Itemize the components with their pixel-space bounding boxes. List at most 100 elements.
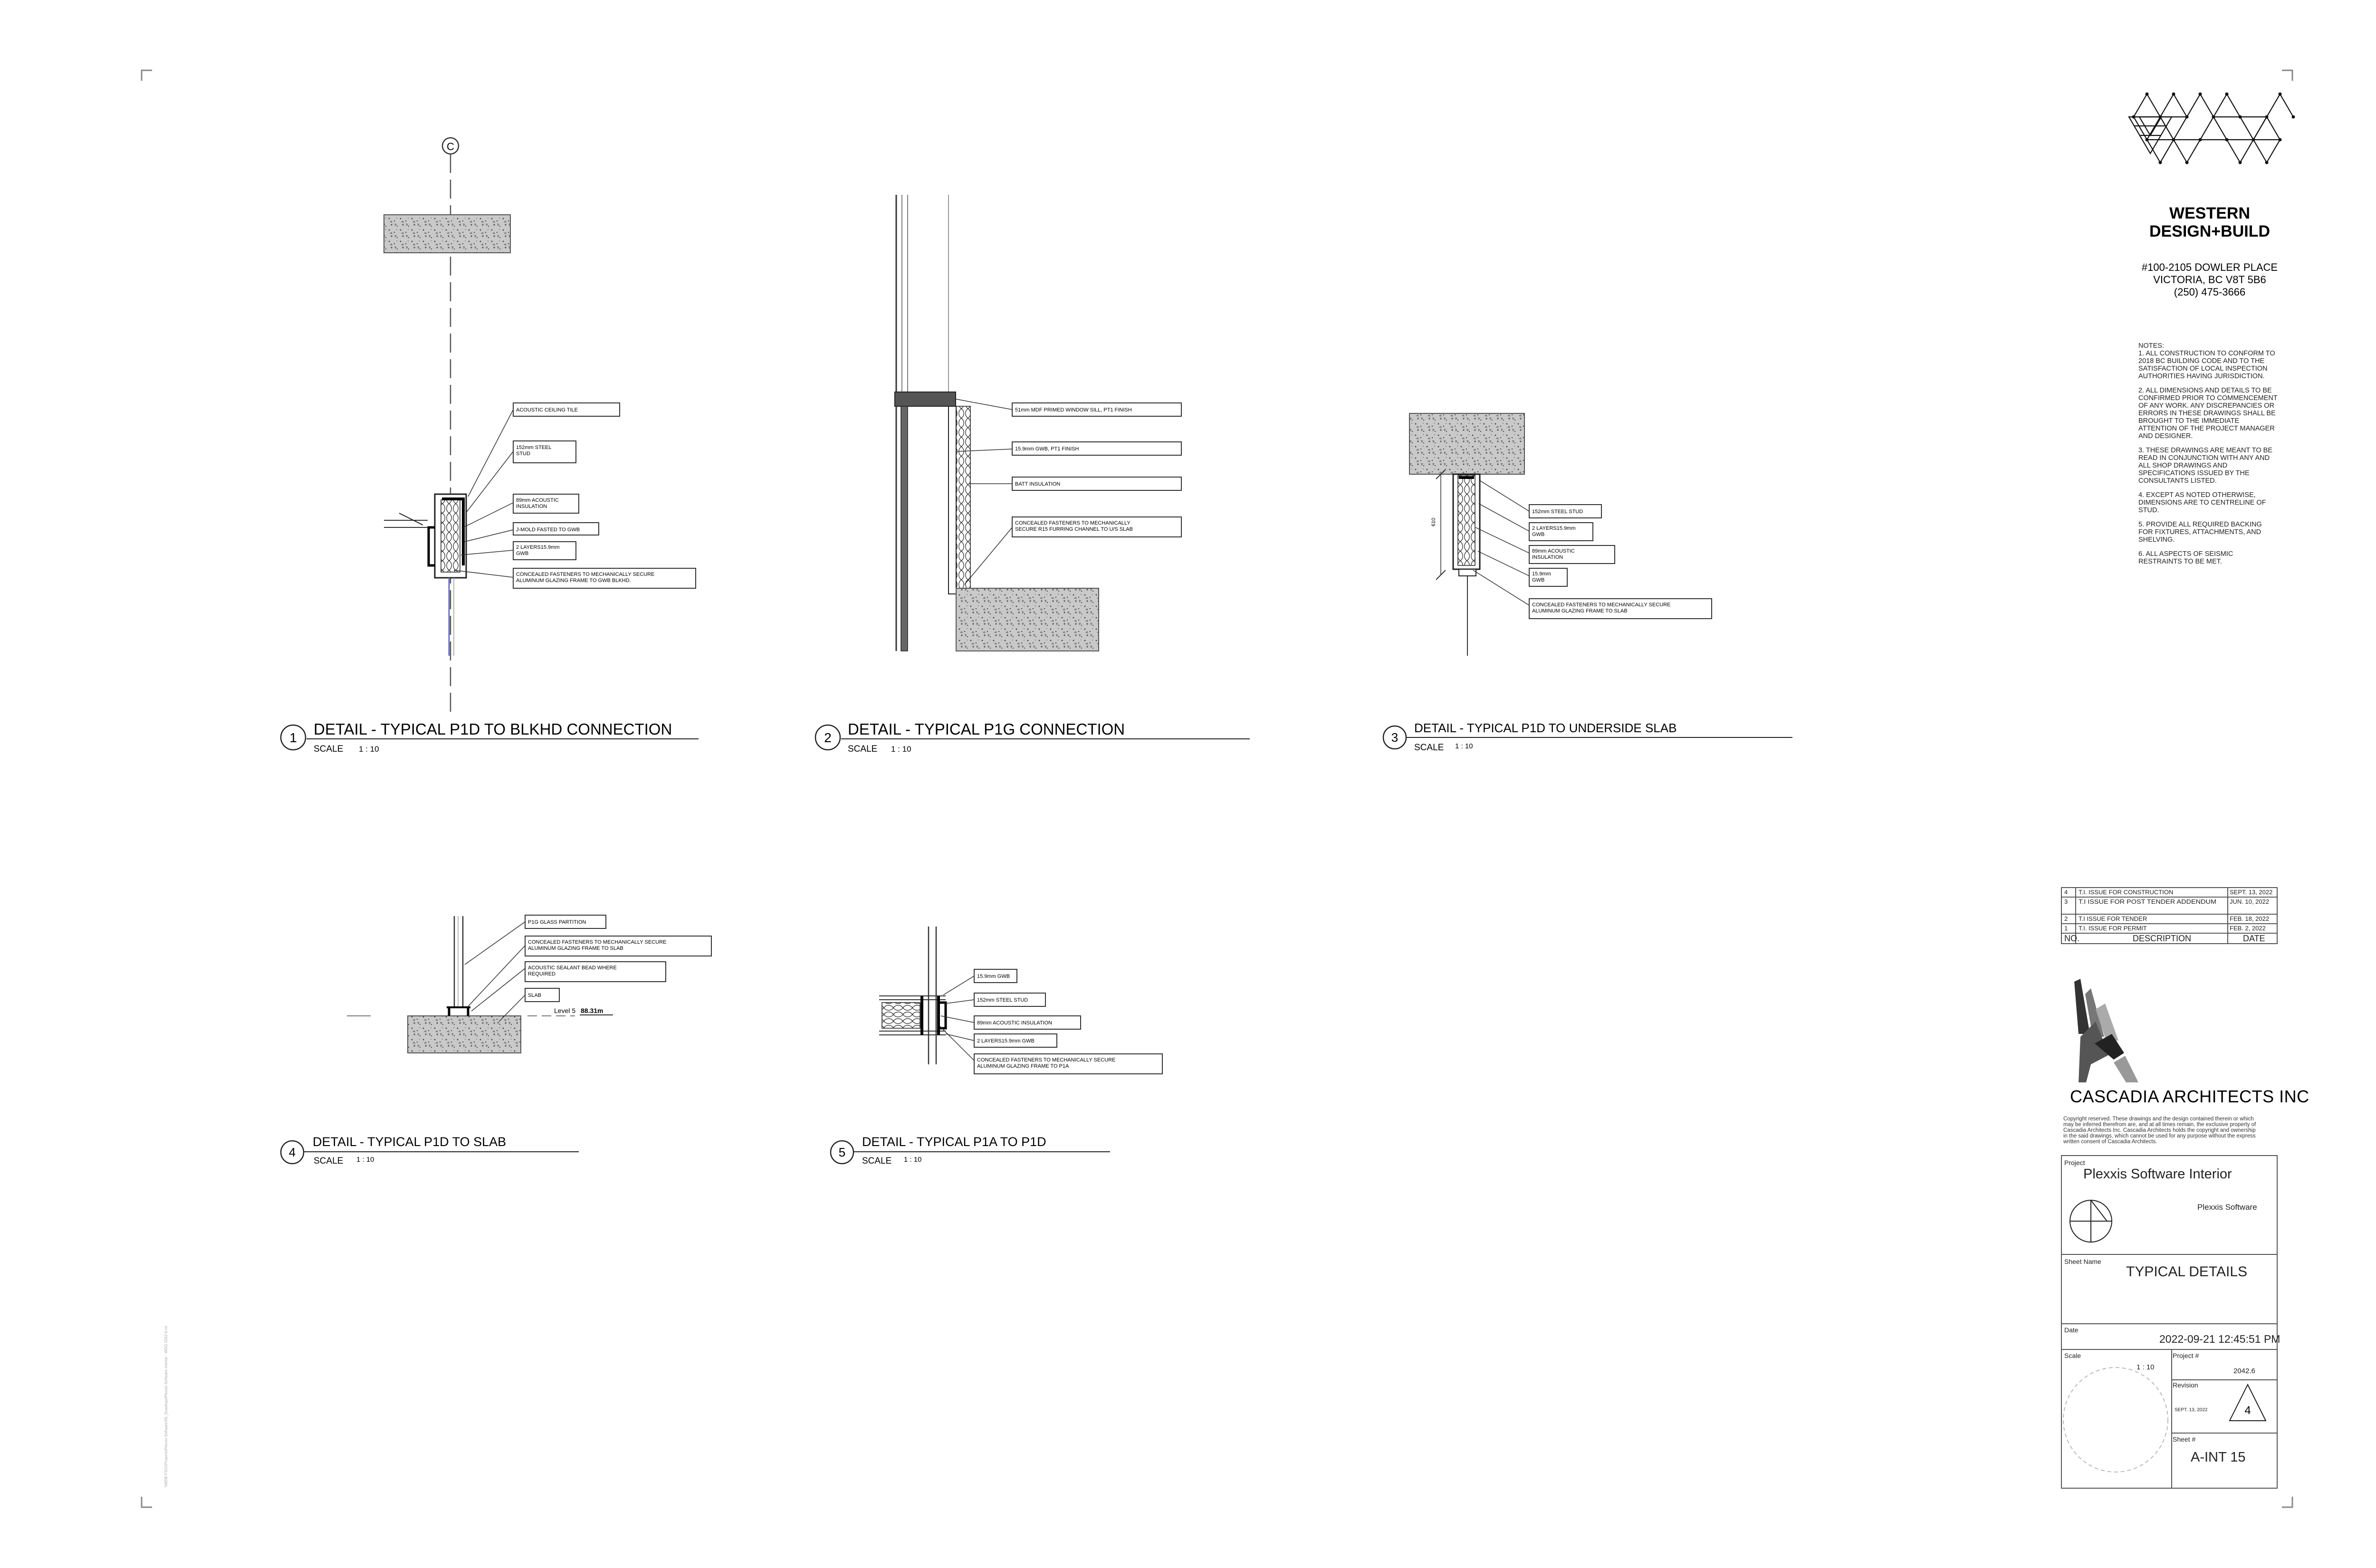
svg-text:2. ALL DIMENSIONS AND DETAILS: 2. ALL DIMENSIONS AND DETAILS TO BE (2138, 387, 2272, 394)
firm-block: WESTERN DESIGN+BUILD #100-2105 DOWLER PL… (2142, 204, 2278, 298)
detail-5-drawing (879, 927, 975, 1064)
revision-triangle-icon: 4 (2229, 1383, 2267, 1421)
detail-3-drawing: 610 (1409, 413, 1530, 656)
firm-name-2: DESIGN+BUILD (2149, 222, 2270, 240)
svg-text:1 : 10: 1 : 10 (891, 745, 911, 754)
detail-title-4: 4 DETAIL - TYPICAL P1D TO SLAB SCALE 1 :… (280, 1135, 579, 1166)
firm-phone: (250) 475-3666 (2174, 286, 2245, 298)
svg-text:1. ALL CONSTRUCTION TO CONFORM: 1. ALL CONSTRUCTION TO CONFORM TO (2138, 350, 2275, 357)
svg-text:CONCEALED FASTENERS TO MECHANI: CONCEALED FASTENERS TO MECHANICALLY SECU… (516, 572, 654, 577)
firm-address-1: #100-2105 DOWLER PLACE (2142, 261, 2278, 273)
svg-text:CONCEALED FASTENERS TO MECHANI: CONCEALED FASTENERS TO MECHANICALLY SECU… (1532, 602, 1670, 608)
detail-number: 1 (289, 730, 297, 745)
project-number: 2042.6 (2233, 1367, 2255, 1375)
client-name: Plexxis Software (2197, 1203, 2257, 1212)
detail-1-drawing: C (383, 137, 514, 713)
svg-text:CONCEALED FASTENERS TO MECHANI: CONCEALED FASTENERS TO MECHANICALLY SECU… (977, 1057, 1115, 1063)
svg-text:5. PROVIDE ALL REQUIRED BACKIN: 5. PROVIDE ALL REQUIRED BACKING (2138, 521, 2262, 528)
svg-text:GWB: GWB (1532, 532, 1544, 537)
svg-text:15.9mm GWB: 15.9mm GWB (977, 974, 1010, 979)
detail-title-3: 3 DETAIL - TYPICAL P1D TO UNDERSIDE SLAB… (1382, 721, 1792, 753)
revision-number: 4 (2244, 1404, 2251, 1417)
detail-title: DETAIL - TYPICAL P1D TO BLKHD CONNECTION (314, 720, 672, 738)
svg-text:ALUMINUM GLAZING FRAME TO SLAB: ALUMINUM GLAZING FRAME TO SLAB (528, 946, 623, 951)
detail-number: 3 (1391, 730, 1398, 745)
svg-text:NOTES:: NOTES: (2138, 342, 2164, 350)
svg-text:152mm STEEL: 152mm STEEL (516, 445, 552, 450)
svg-text:SCALE: SCALE (314, 744, 343, 754)
svg-text:Project #: Project # (2173, 1352, 2199, 1359)
svg-text:15.9mm: 15.9mm (1532, 571, 1551, 577)
detail-number: 5 (839, 1145, 845, 1159)
svg-text:P1G GLASS PARTITION: P1G GLASS PARTITION (528, 919, 586, 925)
svg-text:BROUGHT TO THE IMMEDIATE: BROUGHT TO THE IMMEDIATE (2138, 417, 2239, 425)
svg-text:DATE: DATE (2243, 934, 2265, 943)
svg-text:51mm MDF PRIMED WINDOW SILL, P: 51mm MDF PRIMED WINDOW SILL, PT1 FINISH (1015, 407, 1132, 413)
detail-number: 4 (289, 1145, 296, 1159)
svg-text:GWB: GWB (516, 551, 528, 556)
svg-text:ATTENTION OF THE PROJECT MANAG: ATTENTION OF THE PROJECT MANAGER (2138, 425, 2275, 432)
svg-text:Date: Date (2064, 1326, 2079, 1334)
svg-text:READ IN CONJUNCTION WITH ANY A: READ IN CONJUNCTION WITH ANY AND (2138, 454, 2270, 462)
svg-text:T.I. ISSUE FOR CONSTRUCTION: T.I. ISSUE FOR CONSTRUCTION (2079, 889, 2173, 896)
sheet-date: 2022-09-21 12:45:51 PM (2159, 1333, 2280, 1345)
copyright-note: Copyright reserved. These drawings and t… (2063, 1116, 2256, 1145)
grid-bubble-label: C (447, 141, 454, 153)
architect-name: CASCADIA ARCHITECTS INC (2070, 1087, 2309, 1106)
svg-text:FEB. 2, 2022: FEB. 2, 2022 (2230, 925, 2266, 932)
svg-text:SECURE R15 FURRING CHANNEL TO: SECURE R15 FURRING CHANNEL TO U/S SLAB (1015, 526, 1133, 532)
svg-text:SATISFACTION OF LOCAL INSPECTI: SATISFACTION OF LOCAL INSPECTION (2138, 365, 2268, 373)
svg-text:89mm ACOUSTIC: 89mm ACOUSTIC (1532, 548, 1575, 554)
detail-1-callouts: ACOUSTIC CEILING TILE 152mm STEEL STUD 8… (513, 402, 696, 589)
svg-text:ALL SHOP DRAWINGS AND: ALL SHOP DRAWINGS AND (2138, 462, 2227, 469)
svg-text:CONCEALED FASTENERS TO MECHANI: CONCEALED FASTENERS TO MECHANICALLY (1015, 520, 1131, 526)
seal-placeholder (2063, 1367, 2168, 1472)
svg-text:Scale: Scale (2064, 1352, 2081, 1359)
svg-text:610: 610 (1431, 518, 1437, 526)
svg-text:CONCEALED FASTENERS TO MECHANI: CONCEALED FASTENERS TO MECHANICALLY SECU… (528, 939, 666, 945)
project-name: Plexxis Software Interior (2083, 1166, 2232, 1182)
detail-2-callouts: 51mm MDF PRIMED WINDOW SILL, PT1 FINISH … (1012, 402, 1182, 537)
svg-text:2018 BC BUILDING CODE AND TO T: 2018 BC BUILDING CODE AND TO THE (2138, 357, 2264, 365)
svg-text:OF ANY WORK. ANY DISCREPANCIES: OF ANY WORK. ANY DISCREPANCIES OR (2138, 402, 2274, 410)
file-path: \\WDB-FS01\Projects\Plexxis Software\05_… (164, 1326, 168, 1487)
western-logo (2128, 92, 2295, 164)
svg-text:BATT INSULATION: BATT INSULATION (1015, 481, 1060, 487)
revision-date: SEPT. 13, 2022 (2175, 1407, 2208, 1413)
svg-text:FOR FIXTURES, ATTACHMENTS, AND: FOR FIXTURES, ATTACHMENTS, AND (2138, 528, 2261, 536)
svg-text:4: 4 (2064, 889, 2068, 896)
svg-text:DIMENSIONS ARE TO CENTRELINE O: DIMENSIONS ARE TO CENTRELINE OF (2138, 499, 2266, 507)
svg-text:Project: Project (2064, 1159, 2085, 1166)
svg-text:GWB: GWB (1532, 577, 1544, 583)
detail-title-5: 5 DETAIL - TYPICAL P1A TO P1D SCALE 1 : … (830, 1135, 1110, 1166)
svg-text:SCALE: SCALE (1414, 743, 1444, 753)
sheet-scale: 1 : 10 (2136, 1363, 2155, 1371)
detail-3-callouts: 152mm STEEL STUD 2 LAYERS15.9mm GWB 89mm… (1529, 504, 1712, 619)
svg-text:CONFIRMED PRIOR TO COMMENCEMEN: CONFIRMED PRIOR TO COMMENCEMENT (2138, 394, 2278, 402)
svg-text:152mm STEEL STUD: 152mm STEEL STUD (1532, 509, 1583, 515)
detail-2-drawing (894, 195, 1099, 651)
svg-text:T.I. ISSUE FOR PERMIT: T.I. ISSUE FOR PERMIT (2079, 925, 2147, 932)
detail-title: DETAIL - TYPICAL P1D TO UNDERSIDE SLAB (1414, 721, 1677, 735)
svg-text:SCALE: SCALE (848, 744, 877, 754)
svg-text:Sheet #: Sheet # (2173, 1435, 2195, 1443)
svg-text:STUD.: STUD. (2138, 507, 2159, 514)
level-value: 88.31m (581, 1007, 603, 1014)
detail-number: 2 (824, 730, 832, 745)
svg-text:STUD: STUD (516, 451, 530, 457)
svg-text:2: 2 (2064, 915, 2068, 922)
svg-text:2 LAYERS15.9mm: 2 LAYERS15.9mm (1532, 526, 1576, 531)
svg-text:ACOUSTIC CEILING TILE: ACOUSTIC CEILING TILE (516, 407, 578, 413)
svg-text:ALUMINUM GLAZING FRAME TO GWB: ALUMINUM GLAZING FRAME TO GWB BLKHD. (516, 578, 631, 583)
svg-text:INSULATION: INSULATION (516, 504, 547, 509)
svg-text:1 : 10: 1 : 10 (359, 745, 379, 754)
svg-text:SCALE: SCALE (314, 1156, 343, 1166)
firm-name-1: WESTERN (2169, 204, 2250, 222)
detail-title-2: 2 DETAIL - TYPICAL P1G CONNECTION SCALE … (814, 720, 1250, 754)
project-compass-icon (2069, 1200, 2112, 1243)
svg-text:2 LAYERS15.9mm GWB: 2 LAYERS15.9mm GWB (977, 1038, 1035, 1044)
svg-text:written consent of Cascadia Ar: written consent of Cascadia Architects. (2063, 1139, 2157, 1145)
svg-text:RESTRAINTS TO BE MET.: RESTRAINTS TO BE MET. (2138, 558, 2222, 565)
level-name: Level 5 (554, 1007, 575, 1014)
svg-text:REQUIRED: REQUIRED (528, 971, 556, 977)
